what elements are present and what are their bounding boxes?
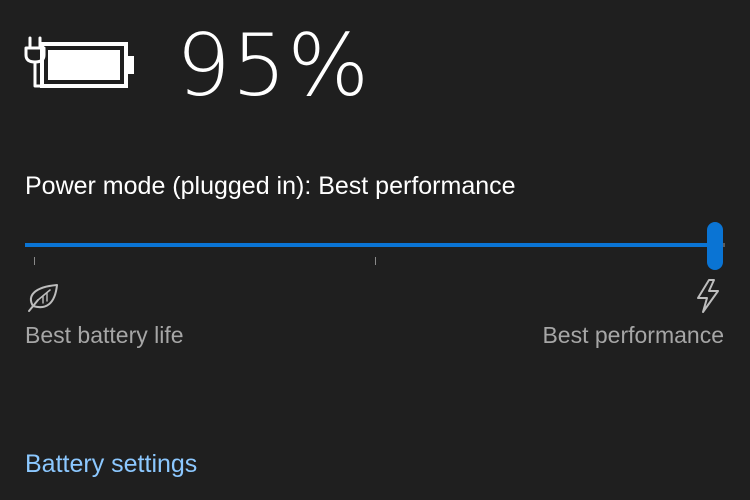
- battery-percentage: 95%: [176, 16, 371, 116]
- slider-fill: [25, 243, 717, 247]
- battery-settings-link[interactable]: Battery settings: [25, 448, 197, 480]
- best-battery-life-label: Best battery life: [25, 322, 184, 348]
- slider-tick-min: [34, 257, 35, 265]
- slider-tick-mid: [375, 257, 376, 265]
- power-mode-label: Power mode (plugged in): Best performanc…: [25, 172, 516, 200]
- lightning-bolt-icon: [697, 279, 719, 313]
- best-performance-label: Best performance: [542, 322, 724, 348]
- slider-thumb[interactable]: [707, 222, 723, 270]
- battery-charging-icon: [24, 36, 134, 88]
- leaf-icon: [28, 284, 58, 312]
- power-mode-slider[interactable]: [25, 218, 725, 278]
